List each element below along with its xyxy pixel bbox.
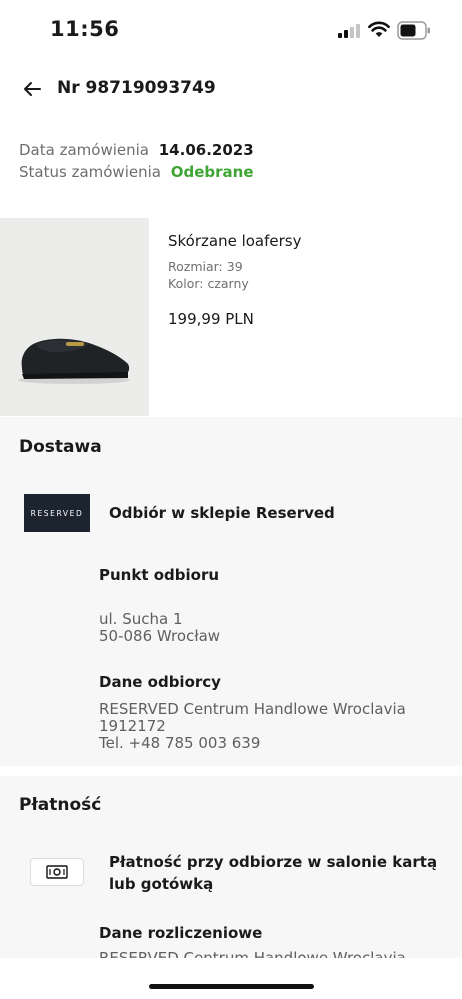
pickup-address-line-2: 50-086 Wrocław (99, 627, 221, 645)
product-size: Rozmiar: 39 (168, 259, 243, 274)
loafer-shoe-image (0, 218, 149, 416)
product-price: 199,99 PLN (168, 310, 254, 328)
payment-title: Płatność (19, 795, 102, 815)
billing-title: Dane rozliczeniowe (99, 924, 263, 942)
product-color: Kolor: czarny (168, 276, 249, 291)
product-image[interactable] (0, 218, 149, 416)
pickup-address-line-1: ul. Sucha 1 (99, 610, 183, 628)
cash-icon-box (30, 858, 84, 886)
delivery-title: Dostawa (19, 437, 102, 457)
section-divider (0, 766, 462, 776)
reserved-logo: RESERVED (24, 494, 90, 532)
wifi-icon (368, 21, 390, 37)
arrow-left-icon[interactable] (18, 74, 48, 104)
order-status-label: Status zamówienia (19, 163, 161, 181)
order-header: Nr 98719093749 (0, 66, 462, 112)
delivery-method: Odbiór w sklepie Reserved (109, 504, 335, 522)
product-name[interactable]: Skórzane loafersy (168, 232, 302, 250)
page-title: Nr 98719093749 (57, 78, 216, 98)
recipient-line-2: 1912172 (99, 717, 166, 735)
recipient-phone: Tel. +48 785 003 639 (99, 734, 261, 752)
status-bar: 11:56 (0, 0, 462, 60)
recipient-line-1: RESERVED Centrum Handlowe Wroclavia (99, 700, 406, 718)
order-status-row: Status zamówienia Odebrane (19, 163, 254, 181)
pickup-point-title: Punkt odbioru (99, 566, 220, 584)
order-date-value: 14.06.2023 (158, 141, 254, 159)
recipient-title: Dane odbiorcy (99, 673, 221, 691)
home-indicator[interactable] (149, 984, 314, 989)
order-date-label: Data zamówienia (19, 141, 149, 159)
order-date-row: Data zamówienia 14.06.2023 (19, 141, 254, 159)
battery-icon (397, 21, 430, 40)
status-time: 11:56 (50, 17, 120, 41)
cash-icon (46, 865, 68, 879)
payment-method: Płatność przy odbiorze w salonie kartą l… (109, 853, 438, 893)
status-badge: Odebrane (170, 163, 254, 181)
bottom-safe-area (0, 958, 462, 999)
cellular-signal-icon (338, 24, 362, 38)
